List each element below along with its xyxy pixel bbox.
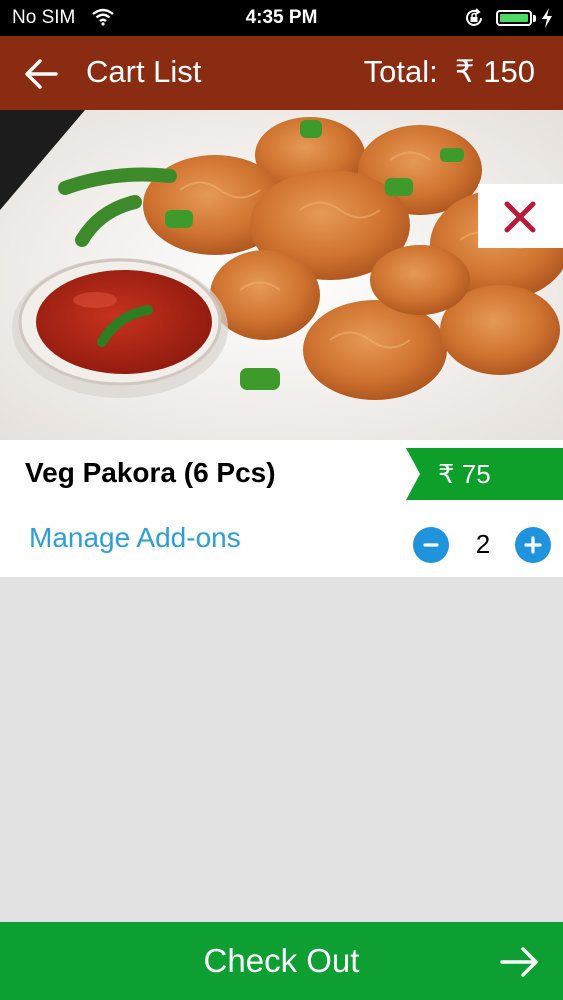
price-tag: ₹ 75 (406, 448, 563, 500)
manage-addons-link[interactable]: Manage Add-ons (29, 522, 241, 554)
page-title: Cart List (86, 54, 202, 89)
cart-item-card: Veg Pakora (6 Pcs) ₹ 75 Manage Add-ons 2 (0, 440, 563, 577)
item-price: ₹ 75 (438, 459, 491, 489)
remove-item-button[interactable] (478, 184, 563, 248)
cart-total: Total: ₹ 150 (363, 54, 535, 89)
back-button[interactable] (22, 56, 62, 92)
veg-pakora-photo (0, 110, 563, 440)
battery-cap (533, 15, 536, 22)
item-name: Veg Pakora (6 Pcs) (25, 457, 276, 488)
minus-icon (423, 543, 439, 547)
app-header: Cart List Total: ₹ 150 (0, 36, 563, 110)
decrease-quantity-button[interactable] (413, 527, 449, 563)
checkout-label: Check Out (203, 942, 360, 979)
quantity-value: 2 (475, 529, 491, 559)
battery-icon (496, 10, 532, 26)
close-icon (504, 201, 536, 233)
item-image (0, 110, 563, 440)
arrow-left-icon (25, 59, 58, 89)
rotation-lock-icon (464, 8, 484, 34)
checkout-button[interactable]: Check Out (0, 922, 563, 1000)
plus-icon (524, 536, 542, 554)
battery-level (500, 14, 528, 22)
status-bar: No SIM 4:35 PM (0, 0, 563, 36)
charging-bolt-icon (541, 8, 553, 34)
arrow-right-icon (500, 947, 538, 977)
increase-quantity-button[interactable] (515, 527, 551, 563)
